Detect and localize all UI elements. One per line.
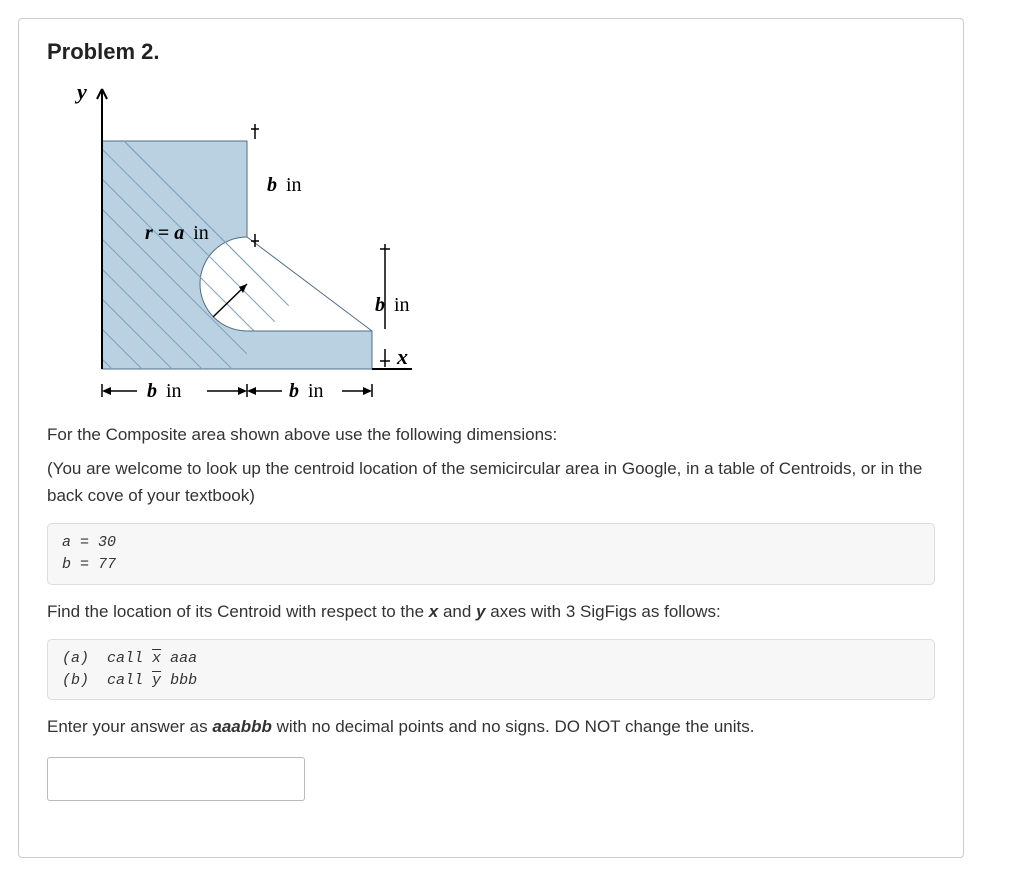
given-values-box: a = 30 b = 77 [47, 523, 935, 585]
problem-figure: y x b in r = a [47, 79, 935, 404]
svg-text:b in: b in [375, 294, 410, 316]
intro-text: For the Composite area shown above use t… [47, 422, 935, 448]
problem-card: Problem 2. [18, 18, 964, 858]
x-axis-label: x [396, 344, 408, 369]
svg-text:b in: b in [267, 174, 302, 196]
y-axis-label: y [74, 79, 87, 104]
svg-text:r = a in: r = a in [145, 222, 209, 244]
problem-title: Problem 2. [47, 39, 935, 65]
svg-text:b in: b in [147, 380, 182, 399]
answer-input[interactable] [47, 757, 305, 801]
answer-format-box: (a) call x aaa (b) call y bbb [47, 639, 935, 701]
svg-text:b in: b in [289, 380, 324, 399]
task-text: Find the location of its Centroid with r… [47, 599, 935, 625]
note-text: (You are welcome to look up the centroid… [47, 456, 935, 509]
submit-instruction: Enter your answer as aaabbb with no deci… [47, 714, 935, 740]
